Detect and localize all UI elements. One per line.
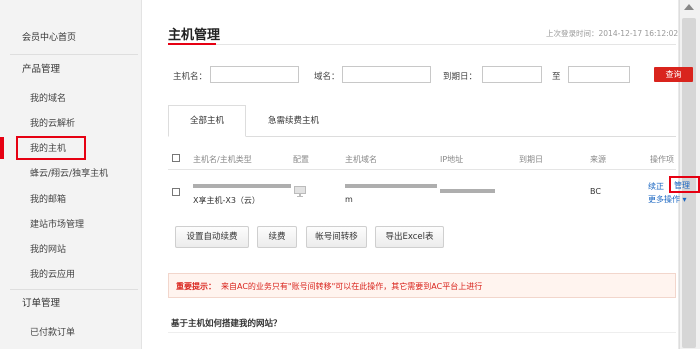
sidebar-divider — [10, 54, 138, 55]
sidebar-divider — [10, 289, 138, 290]
last-login-value: 2014-12-17 16:12:02 — [598, 29, 679, 38]
renew-button[interactable]: 续费 — [257, 226, 297, 248]
last-login-label: 上次登录时间： — [546, 29, 599, 38]
host-name-label: 主机名： — [173, 72, 208, 82]
row-checkbox[interactable] — [172, 188, 180, 196]
column-header-ip: IP地址 — [440, 155, 464, 164]
last-login: 上次登录时间：2014-12-17 16:12:02 — [546, 28, 678, 39]
query-button[interactable]: 查询 — [654, 67, 693, 82]
tab-urgent-renewal[interactable]: 急需续费主机 — [268, 114, 319, 126]
select-all-checkbox[interactable] — [172, 154, 180, 162]
column-header-config: 配置 — [293, 155, 309, 164]
scroll-up-icon[interactable] — [684, 4, 694, 10]
page-title: 主机管理 — [168, 28, 221, 43]
notice-text: 来自AC的业务只有"账号间转移"可以在此操作，其它需要到AC平台上进行 — [221, 282, 483, 291]
faq-divider — [168, 332, 676, 333]
title-divider — [168, 44, 676, 45]
notice-label: 重要提示： — [176, 282, 216, 291]
column-header-source: 来源 — [590, 155, 606, 164]
redacted-ip — [440, 189, 495, 193]
transfer-button[interactable]: 帐号间转移 — [306, 226, 367, 248]
column-header-expiry: 到期日 — [519, 155, 543, 164]
faq-title[interactable]: 基于主机如何搭建我的网站？ — [171, 317, 282, 329]
column-header-name-type: 主机名/主机类型 — [193, 155, 252, 164]
export-excel-button[interactable]: 导出Excel表 — [375, 226, 444, 248]
expiry-end-input[interactable] — [568, 66, 630, 83]
column-header-actions: 操作项 — [650, 155, 674, 164]
manage-highlight-box — [669, 176, 700, 193]
config-monitor-icon[interactable] — [294, 186, 306, 197]
host-type: X享主机-X3（云） — [193, 196, 260, 205]
renew-link[interactable]: 续正 — [648, 181, 664, 192]
tab-all-hosts[interactable]: 全部主机 — [168, 105, 246, 137]
redacted-host-name — [193, 184, 291, 188]
expiry-label: 到期日： — [443, 72, 478, 82]
auto-renew-button[interactable]: 设置自动续费 — [175, 226, 249, 248]
redacted-domain — [345, 184, 437, 188]
expiry-start-input[interactable] — [482, 66, 542, 83]
domain-label: 域名： — [314, 72, 340, 82]
more-actions-dropdown[interactable]: 更多操作 ▾ — [648, 194, 687, 205]
sidebar-active-indicator — [0, 137, 4, 159]
domain-suffix[interactable]: m — [345, 195, 353, 204]
sidebar-highlight-box — [16, 136, 86, 160]
date-range-to-label: 至 — [552, 72, 561, 82]
source-value: BC — [590, 187, 601, 196]
title-underline — [168, 43, 216, 45]
column-header-domain: 主机域名 — [345, 155, 377, 164]
domain-input[interactable] — [342, 66, 431, 83]
host-name-input[interactable] — [210, 66, 299, 83]
